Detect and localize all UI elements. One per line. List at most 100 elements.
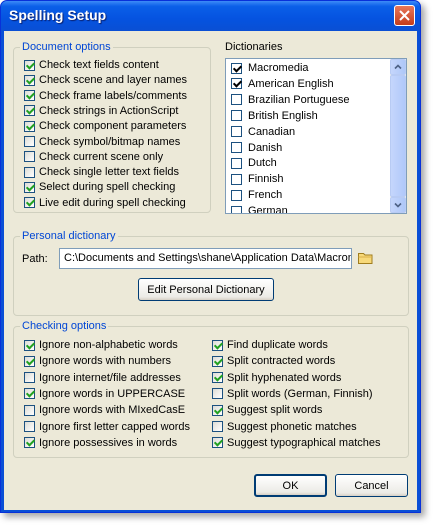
doc-option-label: Check single letter text fields bbox=[39, 166, 180, 179]
dictionary-item-3[interactable]: British English bbox=[231, 108, 318, 124]
check-option-left-label: Ignore non-alphabetic words bbox=[39, 339, 178, 351]
dictionary-item-1[interactable]: American English bbox=[231, 76, 334, 92]
doc-option-3[interactable]: Check strings in ActionScript bbox=[24, 103, 178, 119]
browse-folder-button[interactable] bbox=[357, 249, 375, 267]
doc-option-9[interactable]: Live edit during spell checking bbox=[24, 195, 186, 211]
checkbox[interactable] bbox=[24, 421, 35, 432]
dictionaries-label: Dictionaries bbox=[225, 41, 283, 53]
checkbox[interactable] bbox=[231, 110, 242, 122]
check-option-right-0[interactable]: Find duplicate words bbox=[212, 337, 328, 353]
check-option-left-2[interactable]: Ignore internet/file addresses bbox=[24, 370, 181, 386]
checkbox[interactable] bbox=[231, 78, 242, 90]
ok-button[interactable]: OK bbox=[254, 474, 327, 497]
checkbox[interactable] bbox=[212, 437, 223, 449]
scroll-up-button[interactable] bbox=[390, 59, 406, 75]
checkbox[interactable] bbox=[212, 404, 223, 416]
doc-option-5[interactable]: Check symbol/bitmap names bbox=[24, 134, 180, 150]
scroll-thumb[interactable] bbox=[390, 75, 406, 197]
dictionary-item-0[interactable]: Macromedia bbox=[231, 60, 309, 76]
checkbox[interactable] bbox=[231, 62, 242, 74]
checkbox[interactable] bbox=[212, 339, 223, 351]
checkbox[interactable] bbox=[24, 372, 35, 384]
document-options-label: Document options bbox=[20, 40, 113, 54]
doc-option-label: Live edit during spell checking bbox=[39, 196, 186, 209]
check-option-left-label: Ignore words with numbers bbox=[39, 355, 172, 368]
doc-option-6[interactable]: Check current scene only bbox=[24, 149, 163, 165]
checkbox[interactable] bbox=[231, 189, 242, 201]
doc-option-label: Check scene and layer names bbox=[39, 74, 187, 87]
path-input[interactable]: C:\Documents and Settings\shane\Applicat… bbox=[59, 248, 352, 269]
check-option-left-label: Ignore words with MIxedCasE bbox=[39, 404, 186, 417]
checkbox[interactable] bbox=[231, 126, 242, 138]
check-option-left-0[interactable]: Ignore non-alphabetic words bbox=[24, 337, 178, 353]
check-option-left-3[interactable]: Ignore words in UPPERCASE bbox=[24, 386, 185, 402]
check-option-left-5[interactable]: Ignore first letter capped words bbox=[24, 419, 190, 435]
check-option-right-4[interactable]: Suggest split words bbox=[212, 402, 322, 418]
dictionary-item-7[interactable]: Finnish bbox=[231, 171, 283, 187]
doc-option-0[interactable]: Check text fields content bbox=[24, 57, 159, 73]
check-option-right-1[interactable]: Split contracted words bbox=[212, 353, 335, 369]
checkbox[interactable] bbox=[231, 142, 242, 153]
checkbox[interactable] bbox=[231, 94, 242, 106]
check-option-right-label: Suggest typographical matches bbox=[227, 436, 381, 449]
checkbox[interactable] bbox=[212, 355, 223, 367]
check-option-right-label: Split hyphenated words bbox=[227, 371, 342, 384]
check-option-right-3[interactable]: Split words (German, Finnish) bbox=[212, 386, 373, 402]
checkbox[interactable] bbox=[24, 59, 35, 71]
checkbox[interactable] bbox=[24, 136, 35, 147]
doc-option-1[interactable]: Check scene and layer names bbox=[24, 72, 187, 88]
checkbox[interactable] bbox=[24, 197, 35, 209]
dictionary-item-6[interactable]: Dutch bbox=[231, 155, 277, 171]
check-option-left-label: Ignore internet/file addresses bbox=[39, 371, 181, 384]
checkbox[interactable] bbox=[24, 339, 35, 351]
checkbox[interactable] bbox=[24, 437, 35, 449]
checkbox[interactable] bbox=[24, 90, 35, 102]
edit-personal-dictionary-button[interactable]: Edit Personal Dictionary bbox=[138, 278, 274, 301]
dictionaries-scrollbar[interactable] bbox=[390, 59, 406, 213]
dictionaries-list[interactable]: Macromedia American English Brazilian Port… bbox=[225, 58, 407, 214]
check-option-right-label: Suggest phonetic matches bbox=[227, 420, 357, 433]
dictionary-item-5[interactable]: Danish bbox=[231, 140, 282, 156]
doc-option-7[interactable]: Check single letter text fields bbox=[24, 164, 179, 180]
dictionary-item-9[interactable]: German bbox=[231, 203, 288, 214]
dictionary-item-label: German bbox=[248, 205, 288, 214]
scroll-down-button[interactable] bbox=[390, 197, 406, 213]
checkbox[interactable] bbox=[231, 157, 242, 169]
checkbox[interactable] bbox=[24, 151, 35, 163]
check-option-left-6[interactable]: Ignore possessives in words bbox=[24, 435, 177, 451]
doc-option-2[interactable]: Check frame labels/comments bbox=[24, 88, 187, 104]
title-bar[interactable]: Spelling Setup bbox=[1, 1, 420, 31]
checkbox[interactable] bbox=[212, 388, 223, 400]
checkbox[interactable] bbox=[24, 181, 35, 193]
check-option-left-1[interactable]: Ignore words with numbers bbox=[24, 353, 171, 369]
checkbox[interactable] bbox=[24, 388, 35, 400]
checkbox[interactable] bbox=[231, 205, 242, 213]
doc-option-4[interactable]: Check component parameters bbox=[24, 118, 186, 134]
check-option-right-2[interactable]: Split hyphenated words bbox=[212, 370, 341, 386]
checkbox[interactable] bbox=[24, 355, 35, 367]
dictionary-item-2[interactable]: Brazilian Portuguese bbox=[231, 92, 350, 108]
checkbox[interactable] bbox=[24, 404, 35, 416]
dictionary-item-4[interactable]: Canadian bbox=[231, 124, 295, 140]
checkbox[interactable] bbox=[212, 421, 223, 432]
doc-option-label: Check current scene only bbox=[39, 150, 164, 163]
doc-option-8[interactable]: Select during spell checking bbox=[24, 179, 175, 195]
close-button[interactable] bbox=[394, 5, 415, 26]
dictionary-item-8[interactable]: French bbox=[231, 187, 282, 203]
checkbox[interactable] bbox=[231, 173, 242, 185]
checkbox[interactable] bbox=[212, 372, 223, 384]
cancel-button[interactable]: Cancel bbox=[335, 474, 408, 497]
checking-options-label: Checking options bbox=[20, 319, 109, 333]
dictionary-item-label: American English bbox=[248, 77, 334, 90]
check-option-left-4[interactable]: Ignore words with MIxedCasE bbox=[24, 402, 185, 418]
checkbox[interactable] bbox=[24, 105, 35, 117]
checkbox[interactable] bbox=[24, 166, 35, 178]
check-option-right-label: Suggest split words bbox=[227, 404, 323, 417]
check-option-right-label: Find duplicate words bbox=[227, 339, 328, 351]
check-option-right-6[interactable]: Suggest typographical matches bbox=[212, 435, 380, 451]
checkbox[interactable] bbox=[24, 120, 35, 132]
check-option-right-label: Split contracted words bbox=[227, 355, 336, 368]
doc-option-label: Check component parameters bbox=[39, 120, 187, 133]
checkbox[interactable] bbox=[24, 74, 35, 86]
check-option-right-5[interactable]: Suggest phonetic matches bbox=[212, 419, 357, 435]
